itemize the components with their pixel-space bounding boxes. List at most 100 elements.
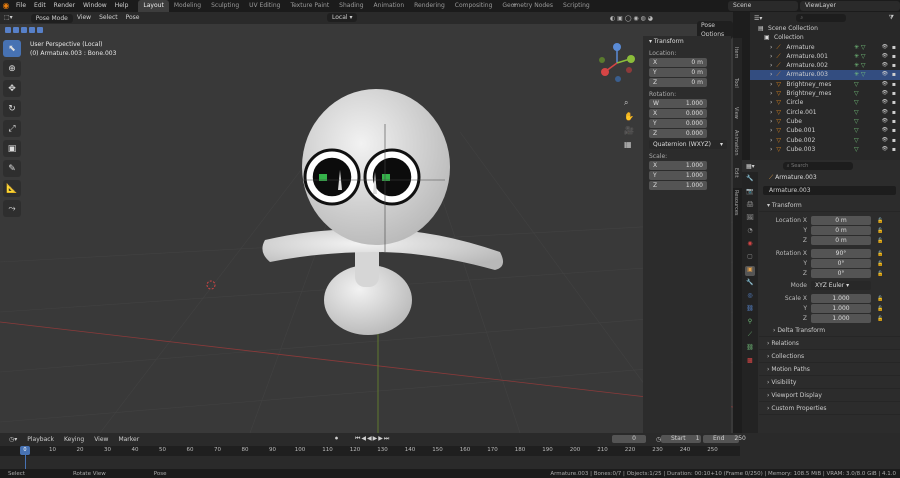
- view-layer-selector[interactable]: ViewLayer: [800, 1, 900, 11]
- lock-icon[interactable]: 🔓: [877, 251, 883, 257]
- lock-icon[interactable]: 🔓: [877, 238, 883, 244]
- view-layer-tab-icon[interactable]: 🖼: [745, 214, 755, 224]
- outliner-search-input[interactable]: ⌕: [796, 14, 847, 22]
- transform-tool-icon[interactable]: ▣: [3, 140, 21, 157]
- measure-tool-icon[interactable]: 📐: [3, 180, 21, 197]
- object-tab-icon[interactable]: ▣: [745, 266, 755, 276]
- end-frame-field[interactable]: End 250: [703, 435, 746, 443]
- lock-icon[interactable]: 🔓: [877, 218, 883, 224]
- lock-icon[interactable]: 🔓: [877, 271, 883, 277]
- transform-field[interactable]: Z 0 m: [649, 78, 707, 87]
- menu-file[interactable]: File: [12, 2, 30, 9]
- render-camera-icon[interactable]: ▪: [892, 70, 896, 79]
- output-tab-icon[interactable]: 🖨: [745, 201, 755, 211]
- transform-panel-header[interactable]: ▾ Transform: [643, 36, 731, 47]
- scene-tab-icon[interactable]: ◔: [745, 227, 755, 237]
- outliner-item[interactable]: › ▽ Cube.002 ▽ 👁 ▪: [750, 136, 900, 145]
- timeline-editor-icon[interactable]: ◷▾: [4, 436, 22, 443]
- scene-selector[interactable]: Scene: [728, 1, 798, 11]
- property-value-field[interactable]: 0°: [811, 269, 871, 278]
- render-camera-icon[interactable]: ▪: [892, 43, 896, 52]
- start-frame-field[interactable]: Start 1: [661, 435, 701, 443]
- mode-dropdown[interactable]: Pose Mode: [30, 13, 73, 23]
- sidebar-tab[interactable]: Tool: [733, 68, 739, 98]
- expand-arrow-icon[interactable]: ›: [770, 52, 772, 61]
- workspace-tab[interactable]: Sculpting: [206, 0, 244, 12]
- workspace-tab[interactable]: Shading: [334, 0, 368, 12]
- world-tab-icon[interactable]: ◉: [745, 240, 755, 250]
- viewport-shading-icons[interactable]: ◐ ▣ ◯ ◉ ◍ ◕: [610, 15, 653, 22]
- collection-tab-icon[interactable]: ▢: [745, 253, 755, 263]
- menu-view[interactable]: View: [73, 12, 95, 24]
- select-mode-icon[interactable]: [21, 27, 27, 33]
- expand-arrow-icon[interactable]: ›: [770, 80, 772, 89]
- data-tab-icon[interactable]: ⚲: [745, 318, 755, 328]
- properties-search-input[interactable]: ⌕ Search: [782, 162, 853, 170]
- rotate-tool-icon[interactable]: ↻: [3, 100, 21, 117]
- visibility-eye-icon[interactable]: 👁: [882, 70, 888, 79]
- render-camera-icon[interactable]: ▪: [892, 126, 896, 135]
- annotate-tool-icon[interactable]: ✎: [3, 160, 21, 177]
- bone-constraint-tab-icon[interactable]: ⛓: [745, 344, 755, 354]
- bone-tab-icon[interactable]: ⟋: [745, 331, 755, 341]
- transform-field[interactable]: Y 1.000: [649, 171, 707, 180]
- property-value-field[interactable]: 1.000: [811, 304, 871, 313]
- blender-logo-icon[interactable]: ◉: [0, 0, 12, 12]
- frame-ruler[interactable]: 0 10 20 30 40 50 60 70 80 90 100 110 120 130 140 150 160…: [0, 446, 740, 456]
- camera-view-icon[interactable]: 🎥: [624, 124, 634, 138]
- render-tab-icon[interactable]: 📷: [745, 188, 755, 198]
- sidebar-tab[interactable]: View: [733, 98, 739, 128]
- render-camera-icon[interactable]: ▪: [892, 61, 896, 70]
- menu-marker[interactable]: Marker: [113, 436, 144, 443]
- outliner-editor-icon[interactable]: ☰▾: [754, 15, 762, 22]
- transform-orientation-dropdown[interactable]: Local ▾: [327, 13, 358, 22]
- visibility-eye-icon[interactable]: 👁: [882, 136, 888, 145]
- render-camera-icon[interactable]: ▪: [892, 89, 896, 98]
- transform-field[interactable]: Y 0.000: [649, 119, 707, 128]
- properties-section-header[interactable]: › Viewport Display: [759, 389, 900, 402]
- property-value-field[interactable]: 0 m: [811, 226, 871, 235]
- render-camera-icon[interactable]: ▪: [892, 145, 896, 154]
- visibility-eye-icon[interactable]: 👁: [882, 98, 888, 107]
- visibility-eye-icon[interactable]: 👁: [882, 145, 888, 154]
- collection-row[interactable]: ▣ Collection: [750, 33, 900, 42]
- zoom-icon[interactable]: ⌕: [624, 96, 634, 110]
- outliner-item[interactable]: › ⟋ Armature ✳ ▽ 👁 ▪: [750, 43, 900, 52]
- outliner-item[interactable]: › ▽ Cube.001 ▽ 👁 ▪: [750, 126, 900, 135]
- outliner-item[interactable]: › ⟋ Armature.002 ✳ ▽ 👁 ▪: [750, 61, 900, 70]
- render-camera-icon[interactable]: ▪: [892, 108, 896, 117]
- workspace-tab[interactable]: UV Editing: [244, 0, 285, 12]
- properties-section-header[interactable]: › Collections: [759, 350, 900, 363]
- properties-section-header[interactable]: › Custom Properties: [759, 402, 900, 415]
- menu-pose[interactable]: Pose: [122, 12, 144, 24]
- modifier-tab-icon[interactable]: 🔧: [745, 279, 755, 289]
- properties-section-header[interactable]: › Relations: [759, 337, 900, 350]
- workspace-tab[interactable]: Geometry Nodes: [497, 0, 558, 12]
- outliner-item[interactable]: › ▽ Circle ▽ 👁 ▪: [750, 98, 900, 107]
- workspace-tab[interactable]: Animation: [369, 0, 410, 12]
- sidebar-tab[interactable]: Animation: [733, 128, 739, 158]
- render-camera-icon[interactable]: ▪: [892, 136, 896, 145]
- physics-tab-icon[interactable]: ◎: [745, 292, 755, 302]
- expand-arrow-icon[interactable]: ›: [770, 43, 772, 52]
- property-value-field[interactable]: 1.000: [811, 314, 871, 323]
- filter-icon[interactable]: ⧩: [889, 14, 894, 22]
- outliner-item[interactable]: › ▽ Cube.003 ▽ 👁 ▪: [750, 145, 900, 154]
- visibility-eye-icon[interactable]: 👁: [882, 89, 888, 98]
- lock-icon[interactable]: 🔓: [877, 306, 883, 312]
- expand-arrow-icon[interactable]: ›: [770, 126, 772, 135]
- playback-controls[interactable]: ⏮◀◀▶▶⏭: [350, 435, 395, 443]
- outliner-item[interactable]: › ▽ Cube ▽ 👁 ▪: [750, 117, 900, 126]
- render-camera-icon[interactable]: ▪: [892, 52, 896, 61]
- select-mode-icon[interactable]: [5, 27, 11, 33]
- render-camera-icon[interactable]: ▪: [892, 80, 896, 89]
- playhead[interactable]: 0: [20, 446, 30, 455]
- lock-icon[interactable]: 🔓: [877, 316, 883, 322]
- delta-transform-header[interactable]: › Delta Transform: [759, 324, 900, 337]
- lock-icon[interactable]: 🔓: [877, 228, 883, 234]
- transform-field[interactable]: Z 1.000: [649, 181, 707, 190]
- outliner-item[interactable]: › ▽ Brightney_mesh ▽ 👁 ▪: [750, 80, 900, 89]
- transform-field[interactable]: Y 0 m: [649, 68, 707, 77]
- transform-field[interactable]: X 1.000: [649, 161, 707, 170]
- texture-tab-icon[interactable]: ▩: [745, 357, 755, 367]
